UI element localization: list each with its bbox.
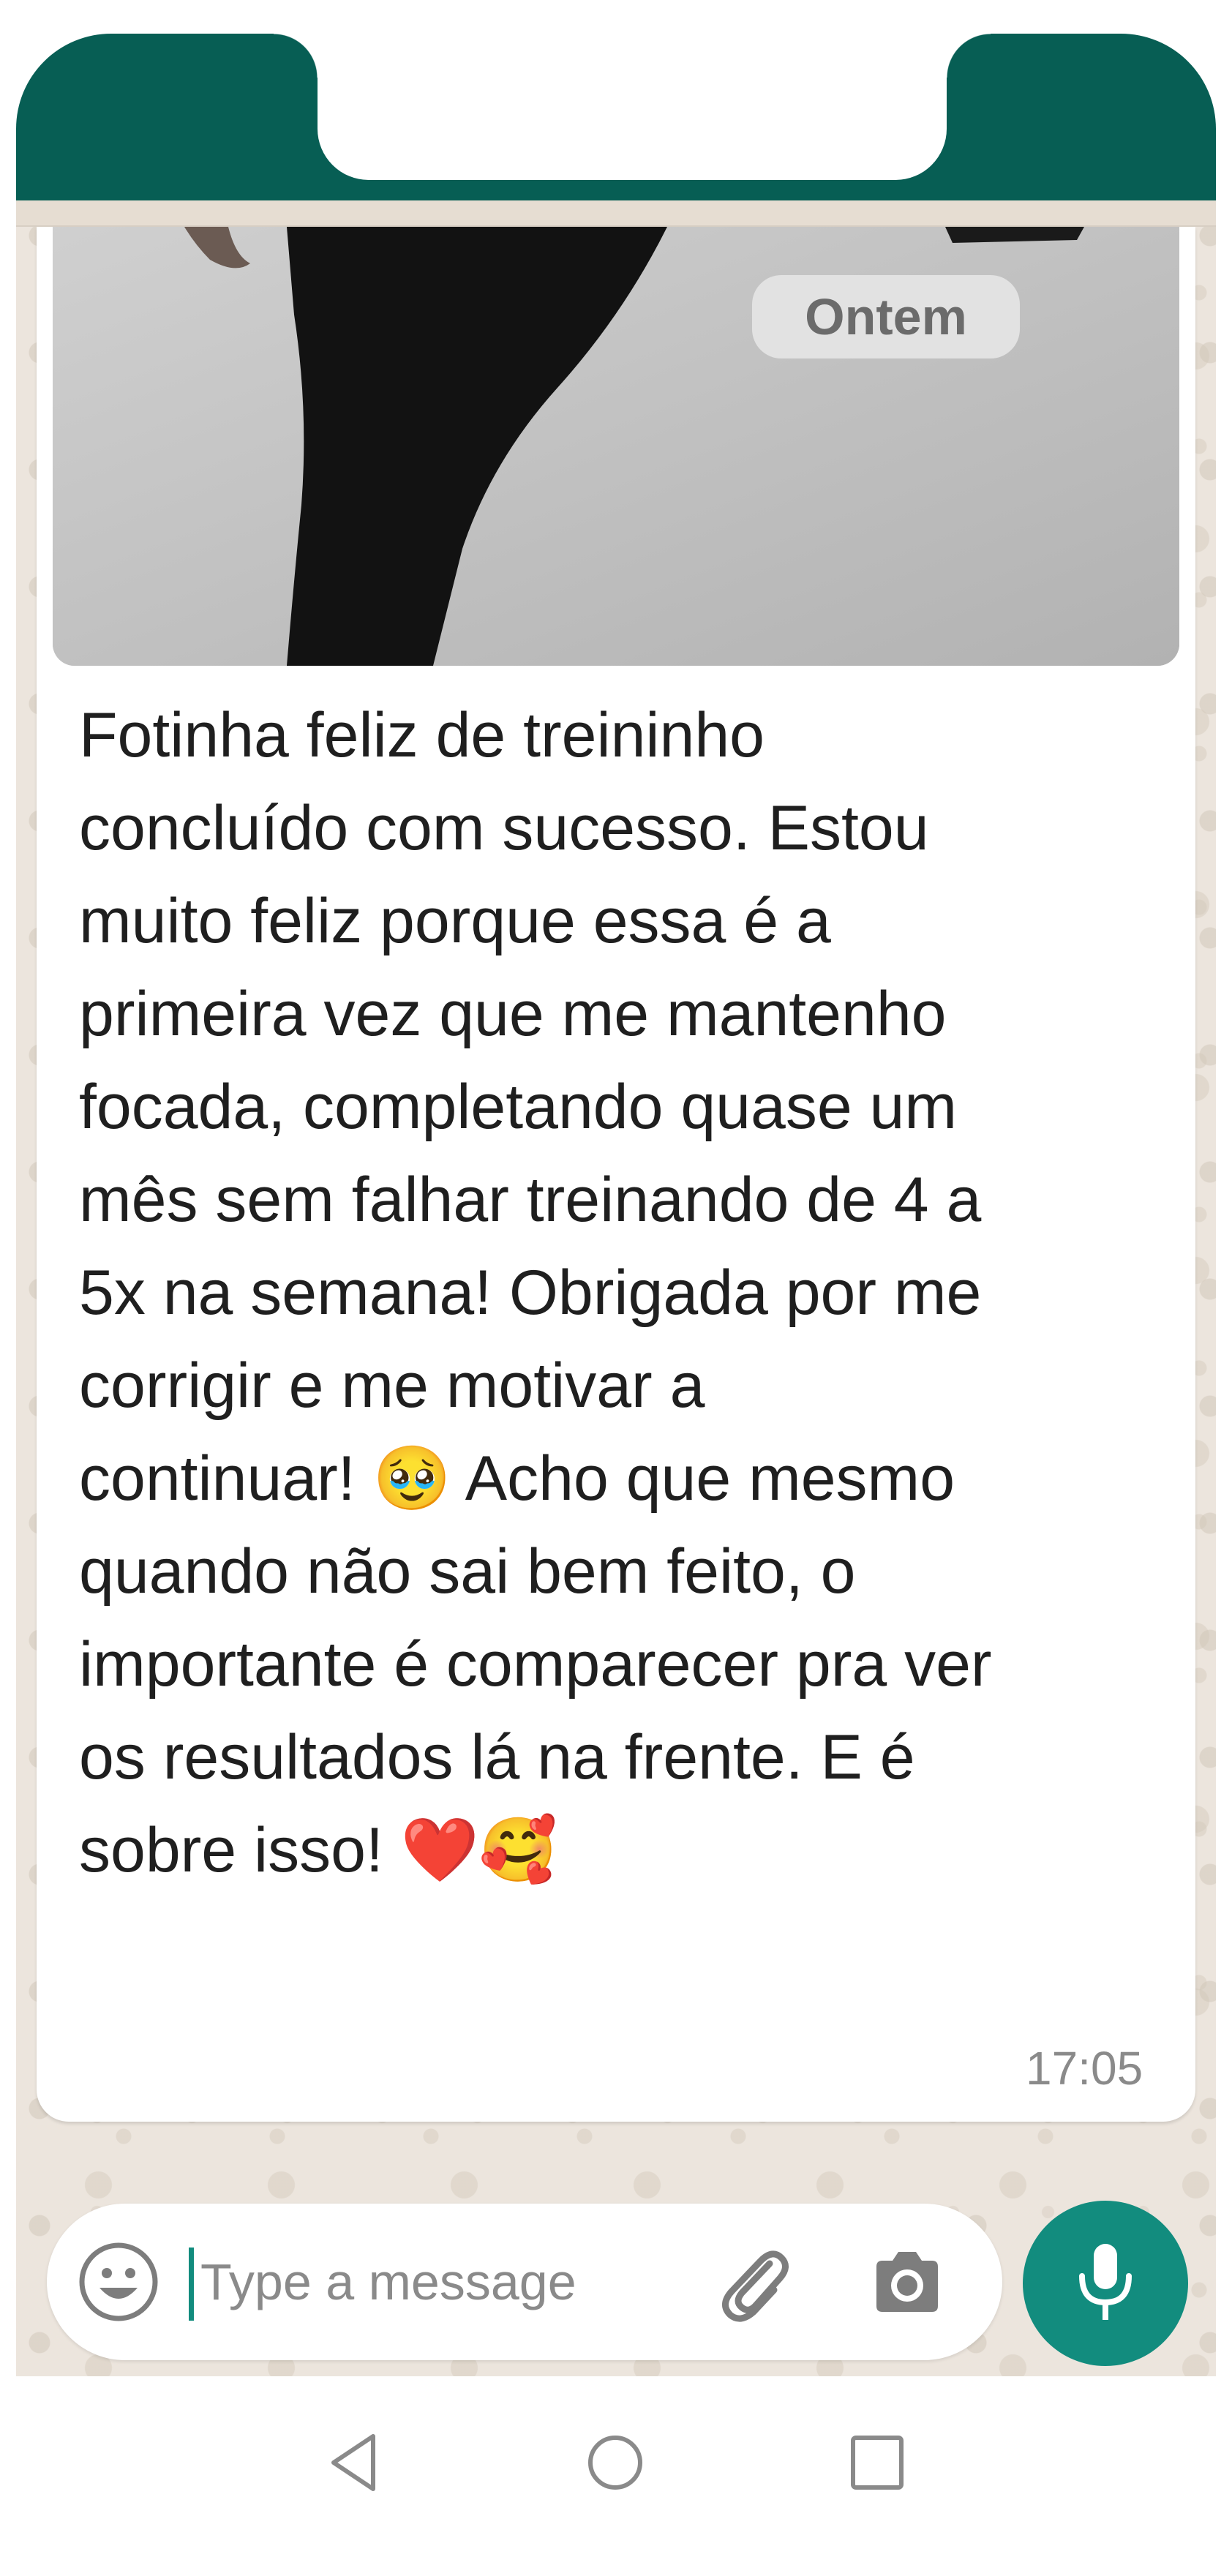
emoji-icon[interactable] — [78, 2241, 159, 2327]
home-circle-icon[interactable] — [582, 2427, 648, 2501]
paperclip-icon[interactable] — [713, 2242, 795, 2327]
text-caret — [189, 2248, 194, 2321]
phone-frame: Ontem Fotinha feliz de treininho concluí… — [0, 0, 1232, 2576]
message-timestamp: 17:05 — [1026, 2042, 1143, 2095]
mic-button[interactable] — [1023, 2201, 1188, 2366]
message-input[interactable] — [200, 2242, 727, 2322]
message-photo[interactable]: Ontem — [53, 227, 1179, 666]
message-composer[interactable] — [47, 2204, 1002, 2360]
recents-square-icon[interactable] — [846, 2427, 907, 2501]
date-chip: Ontem — [752, 275, 1020, 358]
phone-notch — [274, 34, 991, 180]
camera-icon[interactable] — [866, 2242, 948, 2327]
chat-top-divider — [16, 200, 1216, 227]
app-header — [16, 34, 1216, 200]
back-triangle-icon[interactable] — [325, 2427, 383, 2501]
android-nav-bar — [0, 2376, 1232, 2576]
chat-area[interactable]: Ontem Fotinha feliz de treininho concluí… — [16, 200, 1216, 2376]
message-text: Fotinha feliz de treininho concluído com… — [79, 700, 992, 1885]
message-bubble[interactable]: Ontem Fotinha feliz de treininho concluí… — [37, 227, 1195, 2122]
mic-icon — [1069, 2239, 1142, 2331]
